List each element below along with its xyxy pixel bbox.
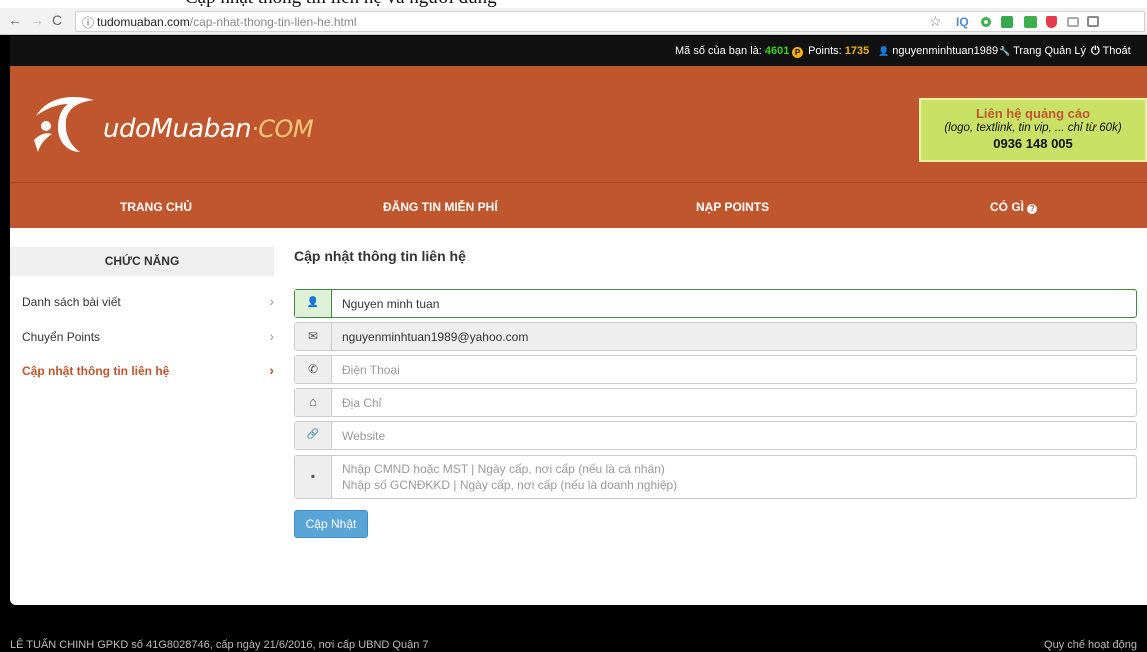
envelope-icon: ✉ [295,323,332,350]
address-bar[interactable]: ⓘ tudomuaban.com/cap-nhat-thong-tin-lien… [75,11,1145,32]
logo-swoosh-icon [34,97,94,152]
points-icon: P [792,47,803,58]
name-value: Nguyen minh tuan [342,297,440,311]
sidebar-item-label: Chuyển Points [22,330,101,344]
ad-title: Liên hệ quảng cáo [975,106,1091,121]
link-icon-glyph: 🔗 [306,429,320,440]
help-icon: ? [1027,204,1038,214]
envelope-icon-glyph: ✉ [307,329,319,343]
ad-phone: 0936 148 005 [993,136,1073,151]
website-field[interactable]: 🔗 Website [294,421,1137,450]
logo-text: udoMuaban·COM [103,114,314,144]
update-button[interactable]: Cập Nhật [294,510,368,538]
page-title: Cập nhật thông tin liên hệ [294,248,466,264]
site-header: udoMuaban·COM Liên hệ quảng cáo (logo, t… [10,66,1147,182]
points-label: Points: [808,45,842,57]
phone-field[interactable]: ✆ Điện Thoại [294,355,1137,384]
sidebar-item-posts[interactable]: Danh sách bài viết › [22,293,274,309]
logo-com-text: COM [258,115,314,143]
main-content: CHỨC NĂNG Danh sách bài viết › Chuyển Po… [10,228,1147,605]
user-icon: 👤 [295,290,332,317]
user-icon-glyph: 👤 [306,297,320,308]
footer-policy-link[interactable]: Quy chế hoạt động [1044,639,1137,651]
points-value: 1735 [844,45,870,57]
sidebar-item-update-contact[interactable]: Cập nhật thông tin liên hệ › [22,362,274,378]
chevron-right-icon: › [269,328,274,344]
back-icon[interactable]: ← [8,12,22,28]
bookmark-star-icon[interactable]: ☆ [929,13,942,30]
clipped-caption: Cập nhật thông tin liên hệ và người dùng [0,0,1147,8]
sidebar-item-label: Cập nhật thông tin liên hệ [22,364,170,378]
user-code-label: Mã số của bạn là: [675,45,762,57]
phone-placeholder: Điện Thoại [342,363,400,377]
power-icon: ⏻ [1091,45,1100,57]
identity-textarea[interactable]: ▪ Nhập CMND hoặc MST | Ngày cấp, nơi cấp… [294,455,1137,499]
identity-placeholder: Nhập CMND hoặc MST | Ngày cấp, nơi cấp (… [342,461,677,493]
email-value: nguyenminhtuan1989@yahoo.com [342,330,529,344]
home-icon: ⌂ [295,389,332,416]
sidebar-item-label: Danh sách bài viết [22,295,121,309]
url-text[interactable]: tudomuaban.com/cap-nhat-thong-tin-lien-h… [97,15,357,29]
site-logo[interactable]: udoMuaban·COM [28,86,314,166]
extension-save-icon[interactable] [1087,16,1099,27]
user-topbar: Mã số của bạn là: 4601 P Points: 1735 👤 … [10,36,1147,66]
logout-link[interactable]: ⏻ Thoát [1091,45,1131,58]
username-text: nguyenminhtuan1989 [892,45,999,57]
site-footer: LÊ TUẤN CHINH GPKD số 41G8028746, cấp ng… [10,622,1147,652]
admin-label: Trang Quản Lý [1013,45,1087,57]
user-code: Mã số của bạn là: 4601 [675,45,789,57]
chevron-right-icon: › [269,362,274,378]
menu-whats-label: CÓ GÌ [990,200,1025,214]
username-link[interactable]: 👤 nguyenminhtuan1989 [878,45,998,57]
user-code-value: 4601 [764,45,790,57]
extension-iq-icon[interactable]: IQ [956,15,969,29]
ad-subtitle: (logo, textlink, tin vip, ... chỉ từ 60k… [944,122,1122,134]
url-domain: tudomuaban.com [97,15,190,29]
extension-screen-icon[interactable] [1024,16,1037,28]
url-path: /cap-nhat-thong-tin-lien-he.html [189,15,357,29]
home-icon-glyph: ⌂ [309,394,317,409]
forward-icon[interactable]: → [30,12,44,28]
sidebar-title: CHỨC NĂNG [10,247,274,276]
admin-link[interactable]: 🔧 Trang Quản Lý [999,45,1086,57]
user-icon: 👤 [878,46,890,56]
logo-main-text: udoMuaban [103,114,252,144]
chevron-right-icon: › [269,293,274,309]
logout-label: Thoát [1102,45,1131,57]
website-placeholder: Website [342,429,386,443]
identity-placeholder-line-2: Nhập số GCNĐKKD | Ngày cấp, nơi cấp (nếu… [342,478,678,492]
menu-whats-new[interactable]: CÓ GÌ ? [990,200,1038,214]
address-field[interactable]: ⌂ Địa Chỉ [294,388,1137,417]
email-field: ✉ nguyenminhtuan1989@yahoo.com [294,322,1137,351]
main-menu: TRANG CHỦ ĐĂNG TIN MIỄN PHÍ NẠP POINTS C… [10,182,1147,228]
note-icon: ▪ [295,456,332,498]
browser-toolbar: ← → C ⓘ tudomuaban.com/cap-nhat-thong-ti… [0,8,1147,35]
link-icon: 🔗 [295,422,332,449]
footer-license: LÊ TUẤN CHINH GPKD số 41G8028746, cấp ng… [10,639,429,651]
menu-home[interactable]: TRANG CHỦ [120,200,192,214]
extension-camera-icon[interactable] [1067,17,1079,27]
phone-icon: ✆ [295,356,332,383]
identity-placeholder-line-1: Nhập CMND hoặc MST | Ngày cấp, nơi cấp (… [342,462,665,476]
reload-icon[interactable]: C [52,12,62,28]
address-placeholder: Địa Chỉ [342,396,382,410]
ad-banner[interactable]: Liên hệ quảng cáo (logo, textlink, tin v… [919,98,1147,162]
name-field[interactable]: 👤 Nguyen minh tuan [294,289,1137,318]
extension-ring-icon[interactable] [981,17,991,27]
wrench-icon: 🔧 [999,46,1011,56]
user-points: P Points: 1735 [792,45,869,58]
sidebar-item-transfer-points[interactable]: Chuyển Points › [22,328,274,344]
phone-icon-glyph: ✆ [307,362,319,376]
extension-person-icon[interactable] [1001,16,1013,28]
caption-text: Cập nhật thông tin liên hệ và người dùng [185,0,497,8]
note-icon-glyph: ▪ [310,469,316,483]
menu-post-free[interactable]: ĐĂNG TIN MIỄN PHÍ [383,200,498,214]
extension-shield-icon[interactable] [1046,16,1057,28]
info-icon[interactable]: ⓘ [82,14,94,31]
menu-top-up-points[interactable]: NẠP POINTS [696,200,769,214]
